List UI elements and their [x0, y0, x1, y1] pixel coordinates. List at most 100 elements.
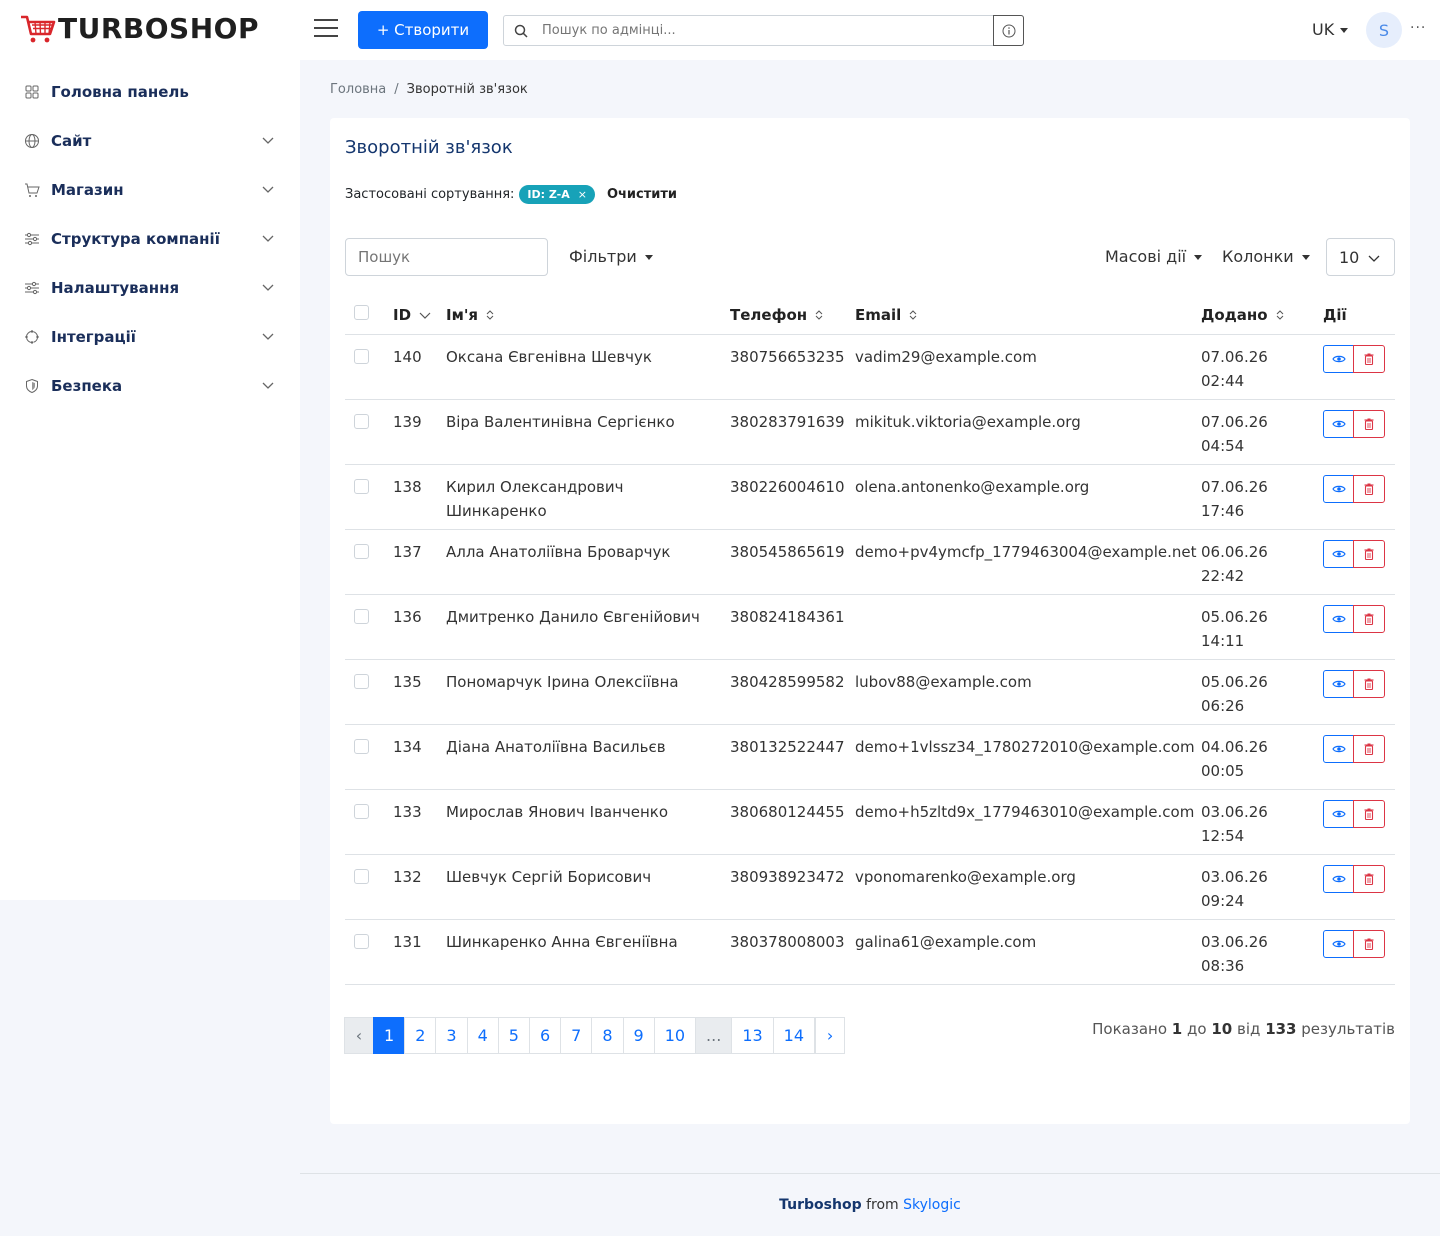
delete-button[interactable] [1353, 539, 1385, 568]
cell-phone: 380428599582 [730, 659, 855, 725]
row-checkbox[interactable] [354, 413, 369, 429]
view-button[interactable] [1323, 734, 1354, 763]
admin-search-input[interactable] [542, 23, 993, 38]
footer-company-link[interactable]: Skylogic [903, 1197, 961, 1213]
delete-button[interactable] [1353, 344, 1385, 373]
view-button[interactable] [1323, 344, 1354, 373]
close-icon[interactable]: × [578, 188, 587, 201]
cell-added: 07.06.26 04:54 [1201, 399, 1323, 465]
row-checkbox[interactable] [354, 803, 369, 819]
sorting-badge[interactable]: ID: Z-A × [519, 185, 595, 204]
row-checkbox[interactable] [354, 673, 369, 689]
filters-dropdown[interactable]: Фільтри [569, 247, 653, 266]
pagination-page-1[interactable]: 1 [373, 1017, 406, 1054]
row-checkbox[interactable] [354, 608, 369, 624]
language-dropdown[interactable]: UK [1312, 20, 1349, 39]
cell-actions [1323, 854, 1395, 920]
delete-button[interactable] [1353, 409, 1385, 438]
caret-down-icon [1340, 28, 1349, 33]
delete-button[interactable] [1353, 864, 1385, 893]
columns-dropdown[interactable]: Колонки [1222, 247, 1310, 266]
cell-id: 135 [393, 659, 446, 725]
row-checkbox[interactable] [354, 738, 369, 754]
view-button[interactable] [1323, 604, 1354, 633]
cell-name: Шинкаренко Анна Євгеніївна [446, 919, 730, 985]
delete-button[interactable] [1353, 799, 1385, 828]
pagination-page-4[interactable]: 4 [466, 1017, 499, 1054]
sidebar-item-shop[interactable]: Магазин [24, 178, 276, 202]
view-button[interactable] [1323, 474, 1354, 503]
sidebar-item-security[interactable]: Безпека [24, 374, 276, 398]
row-select-cell [345, 854, 393, 920]
col-phone[interactable]: Телефон [730, 296, 855, 335]
applied-sorting: Застосовані сортування: ID: Z-A × Очистит… [345, 185, 677, 204]
cell-added: 07.06.26 02:44 [1201, 334, 1323, 400]
eye-icon [1331, 745, 1346, 752]
cell-email: vponomarenko@example.org [855, 854, 1201, 920]
cell-date: 03.06.26 [1201, 802, 1268, 821]
view-button[interactable] [1323, 539, 1354, 568]
view-button[interactable] [1323, 409, 1354, 438]
sidebar-item-dashboard[interactable]: Головна панель [24, 80, 276, 104]
pagination-page-8[interactable]: 8 [591, 1017, 624, 1054]
bulk-actions-dropdown[interactable]: Масові дії [1105, 247, 1203, 266]
sidebar-item-company[interactable]: Структура компанії [24, 227, 276, 251]
col-actions: Дії [1323, 296, 1395, 335]
clear-sorting-button[interactable]: Очистити [607, 187, 677, 202]
delete-button[interactable] [1353, 604, 1385, 633]
row-checkbox[interactable] [354, 868, 369, 884]
pagination-page-5[interactable]: 5 [497, 1017, 530, 1054]
pagination-page-14[interactable]: 14 [772, 1017, 816, 1054]
view-button[interactable] [1323, 669, 1354, 698]
pagination-prev[interactable]: ‹ [344, 1017, 374, 1054]
delete-button[interactable] [1353, 734, 1385, 763]
cell-added: 05.06.26 06:26 [1201, 659, 1323, 725]
cell-date: 06.06.26 [1201, 542, 1268, 561]
globe-icon [25, 134, 39, 148]
view-button[interactable] [1323, 929, 1354, 958]
cell-added: 04.06.26 00:05 [1201, 724, 1323, 790]
menu-toggle-icon[interactable] [314, 19, 338, 41]
cell-name: Мирослав Янович Іванченко [446, 789, 730, 855]
view-button[interactable] [1323, 864, 1354, 893]
sidebar-item-settings[interactable]: Налаштування [24, 276, 276, 300]
row-checkbox[interactable] [354, 543, 369, 559]
cell-added: 03.06.26 12:54 [1201, 789, 1323, 855]
avatar[interactable]: S [1366, 12, 1402, 48]
cell-name: Пономарчук Ірина Олексіївна [446, 659, 730, 725]
more-options-icon[interactable]: ··· [1410, 20, 1426, 36]
select-all-checkbox[interactable] [354, 305, 369, 321]
row-checkbox[interactable] [354, 348, 369, 364]
per-page-select[interactable]: 10 [1326, 238, 1395, 276]
logo[interactable]: TURBOSHOP [20, 14, 259, 44]
row-checkbox[interactable] [354, 478, 369, 494]
view-button[interactable] [1323, 799, 1354, 828]
pagination-page-13[interactable]: 13 [731, 1017, 774, 1054]
pagination-page-7[interactable]: 7 [560, 1017, 593, 1054]
col-name[interactable]: Ім'я [446, 296, 730, 335]
cell-date: 07.06.26 [1201, 412, 1268, 431]
info-button[interactable] [993, 15, 1024, 46]
results-to: 10 [1211, 1020, 1233, 1038]
pagination-next[interactable]: › [815, 1017, 846, 1054]
pagination-page-10[interactable]: 10 [653, 1017, 697, 1054]
delete-button[interactable] [1353, 929, 1385, 958]
pagination-page-2[interactable]: 2 [404, 1017, 437, 1054]
row-select-cell [345, 789, 393, 855]
chevron-down-icon [1368, 255, 1380, 262]
delete-button[interactable] [1353, 474, 1385, 503]
col-email[interactable]: Email [855, 296, 1201, 335]
pagination-page-9[interactable]: 9 [622, 1017, 655, 1054]
integrations-icon [25, 330, 39, 344]
pagination-page-3[interactable]: 3 [435, 1017, 468, 1054]
sidebar-item-site[interactable]: Сайт [24, 129, 276, 153]
col-id[interactable]: ID [393, 296, 446, 335]
row-checkbox[interactable] [354, 933, 369, 949]
col-added[interactable]: Додано [1201, 296, 1323, 335]
sidebar-item-integrations[interactable]: Інтеграції [24, 325, 276, 349]
create-button[interactable]: + Створити [358, 11, 488, 49]
table-search-input[interactable] [345, 238, 548, 276]
breadcrumb-home[interactable]: Головна [330, 82, 386, 97]
delete-button[interactable] [1353, 669, 1385, 698]
pagination-page-6[interactable]: 6 [528, 1017, 562, 1054]
